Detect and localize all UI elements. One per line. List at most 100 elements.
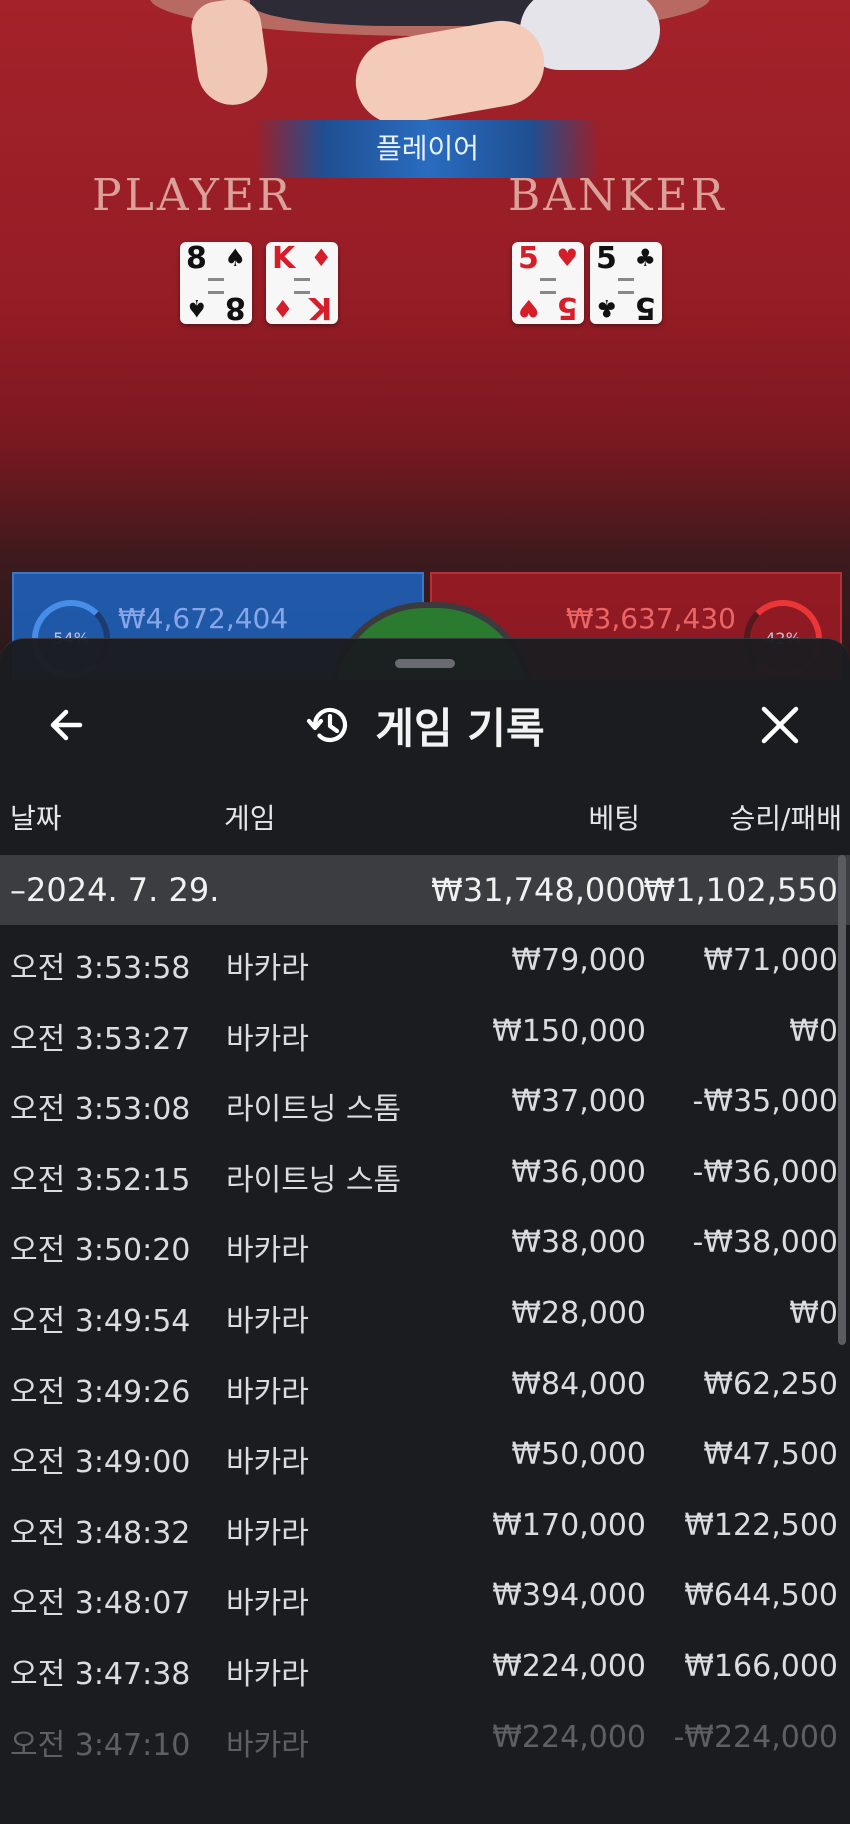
row-time: 오전 3:47:10 [10, 1727, 191, 1763]
row-game: 바카라 [226, 1303, 309, 1339]
table-row[interactable]: 오전 3:53:27 바카라 ₩150,000 ₩0 [0, 996, 850, 1067]
row-result: ₩47,500 [703, 1437, 838, 1473]
card-rank-bottom: 8 [225, 290, 246, 325]
table-row[interactable]: 오전 3:53:58 바카라 ₩79,000 ₩71,000 [0, 925, 850, 996]
row-result: ₩166,000 [684, 1648, 838, 1684]
row-bet: ₩36,000 [511, 1154, 646, 1190]
card-suit-bottom: ♣ [596, 294, 618, 322]
card-rank: 5 [596, 241, 617, 276]
close-button[interactable] [752, 697, 808, 753]
row-bet: ₩28,000 [511, 1295, 646, 1331]
card-suit: ♣ [634, 244, 656, 272]
card-rank: K [272, 241, 296, 276]
banker-card-1: 5 ♥ 5 ♥ [512, 241, 584, 325]
card-suit: ♥ [556, 244, 578, 272]
row-result: ₩644,500 [684, 1578, 838, 1614]
table-row[interactable]: 오전 3:48:32 바카라 ₩170,000 ₩122,500 [0, 1490, 850, 1561]
row-result: -₩224,000 [673, 1719, 838, 1755]
close-icon [761, 706, 799, 744]
sheet-header: 게임 기록 [0, 675, 850, 775]
row-bet: ₩79,000 [511, 943, 646, 978]
dealer-hand-left [188, 0, 272, 110]
scrollbar[interactable] [838, 855, 846, 1345]
banker-title: BANKER [508, 170, 727, 221]
table-row[interactable]: 오전 3:47:10 바카라 ₩224,000 -₩224,000 [0, 1702, 850, 1773]
back-button[interactable] [40, 697, 96, 753]
row-game: 바카라 [226, 1656, 309, 1692]
player-total-amount: ₩4,672,404 [118, 602, 289, 635]
table-row[interactable]: 오전 3:49:54 바카라 ₩28,000 ₩0 [0, 1278, 850, 1349]
row-game: 라이트닝 스톰 [226, 1092, 402, 1128]
card-rank-bottom: 5 [557, 290, 578, 325]
row-time: 오전 3:49:00 [10, 1445, 191, 1481]
group-total-win: ₩1,102,550 [643, 871, 839, 909]
group-date: –2024. 7. 29. [10, 871, 220, 909]
player-card-1: 8 ♠ 8 ♠ [180, 241, 252, 325]
row-game: 바카라 [226, 951, 309, 986]
row-time: 오전 3:49:54 [10, 1303, 191, 1339]
row-result: -₩36,000 [692, 1154, 838, 1190]
card-suit: ♦ [310, 244, 332, 272]
group-total-bet: ₩31,748,000 [431, 871, 646, 909]
player-title: PLAYER [92, 170, 294, 221]
row-time: 오전 3:47:38 [10, 1656, 191, 1692]
row-game: 바카라 [226, 1515, 309, 1551]
row-bet: ₩37,000 [511, 1084, 646, 1120]
row-result: -₩35,000 [692, 1084, 838, 1120]
row-game: 바카라 [226, 1445, 309, 1481]
card-rank-bottom: K [308, 290, 332, 325]
row-bet: ₩224,000 [492, 1719, 646, 1755]
table-row[interactable]: 오전 3:50:20 바카라 ₩38,000 -₩38,000 [0, 1207, 850, 1278]
card-suit-bottom: ♠ [186, 294, 208, 322]
row-time: 오전 3:48:32 [10, 1515, 191, 1551]
column-date: 날짜 [10, 802, 62, 835]
sheet-title-group: 게임 기록 [0, 675, 850, 775]
card-suit: ♠ [224, 244, 246, 272]
row-time: 오전 3:53:58 [10, 951, 191, 986]
table-row[interactable]: 오전 3:49:26 바카라 ₩84,000 ₩62,250 [0, 1349, 850, 1420]
row-result: ₩122,500 [684, 1507, 838, 1543]
card-suit-bottom: ♥ [518, 294, 540, 322]
row-result: ₩0 [789, 1013, 838, 1049]
row-bet: ₩394,000 [492, 1578, 646, 1614]
row-bet: ₩50,000 [511, 1437, 646, 1473]
row-game: 라이트닝 스톰 [226, 1162, 402, 1198]
card-rank: 5 [518, 241, 539, 276]
column-bet: 베팅 [588, 802, 640, 835]
table-header: 날짜 게임 베팅 승리/패배 [0, 789, 850, 843]
banker-total-amount: ₩3,637,430 [565, 602, 736, 635]
game-history-sheet: 게임 기록 날짜 게임 베팅 승리/패배 –2024. 7. 29. ₩31,7… [0, 638, 850, 1824]
history-list: –2024. 7. 29. ₩31,748,000 ₩1,102,550 오전 … [0, 855, 850, 1772]
card-rank: 8 [186, 241, 207, 276]
row-game: 바카라 [226, 1233, 309, 1269]
row-result: ₩62,250 [703, 1366, 838, 1402]
column-game: 게임 [224, 802, 276, 835]
sheet-title: 게임 기록 [375, 703, 545, 753]
row-time: 오전 3:53:08 [10, 1092, 191, 1128]
banker-card-2: 5 ♣ 5 ♣ [590, 241, 662, 325]
table-row[interactable]: 오전 3:49:00 바카라 ₩50,000 ₩47,500 [0, 1419, 850, 1490]
table-row[interactable]: 오전 3:53:08 라이트닝 스톰 ₩37,000 -₩35,000 [0, 1066, 850, 1137]
row-game: 바카라 [226, 1727, 309, 1763]
row-time: 오전 3:48:07 [10, 1586, 191, 1622]
table-row[interactable]: 오전 3:52:15 라이트닝 스톰 ₩36,000 -₩36,000 [0, 1137, 850, 1208]
live-table-background: 플레이어 PLAYER BANKER 8 ♠ 8 ♠ K ♦ K ♦ 5 ♥ 5… [0, 0, 850, 680]
date-group-row[interactable]: –2024. 7. 29. ₩31,748,000 ₩1,102,550 [0, 855, 850, 925]
row-result: -₩38,000 [692, 1225, 838, 1261]
row-time: 오전 3:52:15 [10, 1162, 191, 1198]
sheet-drag-handle[interactable] [395, 659, 455, 668]
history-icon [307, 707, 348, 743]
row-game: 바카라 [226, 1586, 309, 1622]
card-rank-bottom: 5 [635, 290, 656, 325]
row-game: 바카라 [226, 1374, 309, 1410]
row-bet: ₩224,000 [492, 1648, 646, 1684]
table-row[interactable]: 오전 3:47:38 바카라 ₩224,000 ₩166,000 [0, 1631, 850, 1702]
row-bet: ₩150,000 [492, 1013, 646, 1049]
row-result: ₩71,000 [703, 943, 838, 978]
card-suit-bottom: ♦ [272, 294, 294, 322]
row-bet: ₩84,000 [511, 1366, 646, 1402]
row-game: 바카라 [226, 1021, 309, 1057]
table-row[interactable]: 오전 3:48:07 바카라 ₩394,000 ₩644,500 [0, 1560, 850, 1631]
row-time: 오전 3:49:26 [10, 1374, 191, 1410]
row-time: 오전 3:50:20 [10, 1233, 191, 1269]
